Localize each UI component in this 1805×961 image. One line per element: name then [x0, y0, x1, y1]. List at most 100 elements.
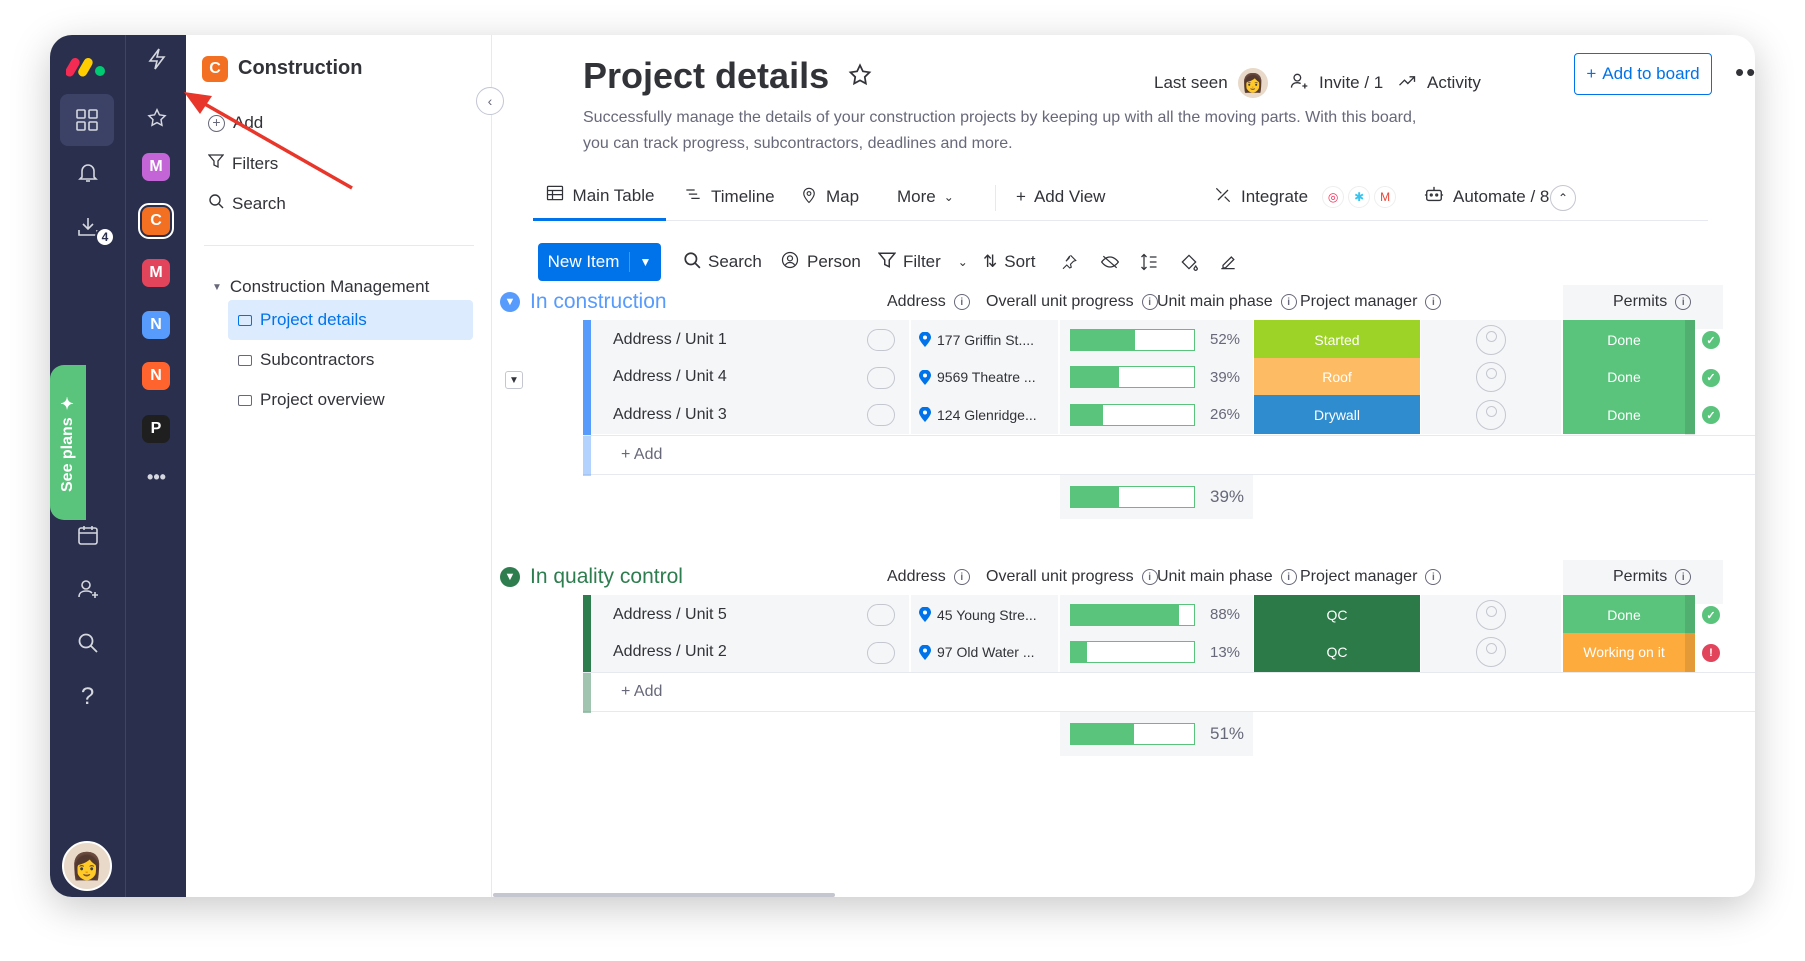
update-bubble-icon[interactable] — [867, 404, 895, 426]
chevron-down-icon[interactable]: ⌄ — [958, 255, 968, 269]
new-item-dropdown-icon[interactable]: ▼ — [630, 255, 661, 269]
address-cell[interactable]: 124 Glenridge... — [911, 395, 1058, 435]
workspace-p[interactable]: P — [142, 415, 170, 443]
workspace-title[interactable]: Construction — [238, 57, 362, 80]
add-item-row[interactable]: + Add — [583, 434, 1755, 476]
filter-button[interactable]: Filter ⌄ — [877, 243, 968, 281]
item-name[interactable]: Address / Unit 3 — [613, 406, 727, 424]
hide-eye-icon[interactable] — [1100, 243, 1120, 281]
pin-icon[interactable] — [1060, 243, 1078, 281]
add-view-button[interactable]: + Add View — [1016, 173, 1105, 221]
info-icon[interactable]: i — [953, 569, 970, 585]
workspace-n-orange[interactable]: N — [142, 362, 170, 390]
workspace-m[interactable]: M — [142, 259, 170, 287]
folder-construction-management[interactable]: ▼ Construction Management — [212, 277, 429, 297]
add-item-row[interactable]: + Add — [583, 672, 1755, 713]
row-expand-icon[interactable]: ▼ — [505, 371, 523, 389]
invite-members-icon[interactable] — [50, 567, 125, 611]
horizontal-scrollbar[interactable] — [493, 893, 835, 897]
tab-timeline[interactable]: Timeline — [683, 173, 775, 221]
item-name-cell[interactable]: Address / Unit 5 — [591, 595, 909, 635]
permit-status-cell[interactable]: Done — [1563, 595, 1685, 635]
col-permits[interactable]: Permits i — [1613, 293, 1692, 311]
info-icon[interactable]: i — [1280, 569, 1297, 585]
paint-bucket-icon[interactable] — [1179, 243, 1199, 281]
my-work-calendar-icon[interactable] — [50, 513, 125, 557]
board-item-project-details[interactable]: Project details — [228, 300, 473, 340]
table-row[interactable]: Address / Unit 3 124 Glenridge... 26% Drywa… — [583, 395, 1755, 435]
group-collapse-icon[interactable]: ▼ — [500, 567, 520, 587]
project-manager-cell[interactable] — [1421, 395, 1561, 435]
item-name-cell[interactable]: Address / Unit 4 — [591, 357, 909, 398]
project-manager-cell[interactable] — [1421, 357, 1561, 398]
col-unit-main-phase[interactable]: Unit main phase i — [1157, 293, 1297, 311]
info-icon[interactable]: i — [1141, 294, 1158, 310]
col-project-manager[interactable]: Project manager i — [1300, 293, 1442, 311]
group-title-in-construction[interactable]: ▼ In construction — [500, 290, 667, 314]
item-name[interactable]: Address / Unit 2 — [613, 643, 727, 661]
add-item-label[interactable]: + Add — [621, 683, 662, 701]
board-menu-dots-icon[interactable]: ••• — [1735, 57, 1755, 88]
filters-menu-item[interactable]: Filters — [207, 153, 278, 174]
phase-status-cell[interactable]: Drywall — [1254, 395, 1420, 435]
phase-status-cell[interactable]: Started — [1254, 320, 1420, 360]
address-cell[interactable]: 45 Young Stre... — [911, 595, 1058, 635]
board-description[interactable]: Successfully manage the details of your … — [583, 105, 1443, 157]
last-seen[interactable]: Last seen 👩 — [1154, 61, 1268, 105]
col-address[interactable]: Address i — [887, 568, 970, 586]
sort-button[interactable]: ⇅ Sort — [983, 243, 1035, 281]
info-icon[interactable]: i — [1141, 569, 1158, 585]
project-manager-cell[interactable] — [1421, 595, 1561, 635]
workspace-n-blue[interactable]: N — [142, 311, 170, 339]
info-icon[interactable]: i — [1675, 294, 1692, 310]
item-name-cell[interactable]: Address / Unit 3 — [591, 395, 909, 435]
collapse-header-button[interactable]: ⌃ — [1550, 185, 1576, 211]
item-name[interactable]: Address / Unit 4 — [613, 368, 727, 386]
project-manager-cell[interactable] — [1421, 632, 1561, 673]
col-overall-unit-progress[interactable]: Overall unit progress i — [986, 293, 1158, 311]
lightning-icon[interactable] — [126, 47, 187, 77]
item-name-cell[interactable]: Address / Unit 2 — [591, 632, 909, 673]
item-name[interactable]: Address / Unit 5 — [613, 606, 727, 624]
add-to-board-button[interactable]: + Add to board — [1574, 53, 1712, 95]
row-height-icon[interactable] — [1139, 243, 1159, 281]
phase-status-cell[interactable]: QC — [1254, 595, 1420, 635]
permit-status-cell[interactable]: Done — [1563, 357, 1685, 398]
person-filter-button[interactable]: Person — [780, 243, 861, 281]
info-icon[interactable]: i — [953, 294, 970, 310]
integrate-button[interactable]: Integrate ◎ ✱ M — [1213, 173, 1397, 221]
col-address[interactable]: Address i — [887, 293, 970, 311]
info-icon[interactable]: i — [1675, 569, 1692, 585]
table-row[interactable]: Address / Unit 2 97 Old Water ... 13% QC Wor… — [583, 632, 1755, 673]
favorite-star-icon[interactable] — [847, 55, 873, 97]
update-bubble-icon[interactable] — [867, 329, 895, 351]
search-icon[interactable] — [50, 621, 125, 665]
workspaces-grid-icon[interactable] — [60, 94, 114, 146]
page-title[interactable]: Project details — [583, 55, 829, 97]
address-cell[interactable]: 177 Griffin St.... — [911, 320, 1058, 360]
add-item-label[interactable]: + Add — [621, 446, 662, 464]
automate-button[interactable]: Automate / 8 — [1423, 173, 1549, 221]
edit-pen-icon[interactable] — [1218, 243, 1238, 281]
monday-logo[interactable] — [65, 49, 110, 79]
col-unit-main-phase[interactable]: Unit main phase i — [1157, 568, 1297, 586]
activity-button[interactable]: Activity — [1397, 61, 1481, 105]
search-menu-item[interactable]: Search — [208, 193, 286, 214]
workspace-construction[interactable]: C — [138, 203, 174, 239]
board-item-project-overview[interactable]: Project overview — [228, 380, 473, 420]
table-row[interactable]: Address / Unit 1 177 Griffin St.... 52% Sta… — [583, 320, 1755, 360]
col-project-manager[interactable]: Project manager i — [1300, 568, 1442, 586]
group-title-in-quality-control[interactable]: ▼ In quality control — [500, 565, 683, 589]
phase-status-cell[interactable]: QC — [1254, 632, 1420, 673]
permit-status-cell[interactable]: Done — [1563, 395, 1685, 435]
info-icon[interactable]: i — [1425, 569, 1442, 585]
permit-status-cell[interactable]: Done — [1563, 320, 1685, 360]
search-button[interactable]: Search — [683, 243, 762, 281]
update-bubble-icon[interactable] — [867, 366, 895, 389]
project-manager-cell[interactable] — [1421, 320, 1561, 360]
inbox-download-icon[interactable] — [50, 205, 125, 249]
invite-button[interactable]: Invite / 1 — [1289, 61, 1383, 105]
tab-main-table[interactable]: Main Table — [533, 173, 666, 221]
tab-more[interactable]: More ⌄ — [897, 173, 954, 221]
info-icon[interactable]: i — [1280, 294, 1297, 310]
